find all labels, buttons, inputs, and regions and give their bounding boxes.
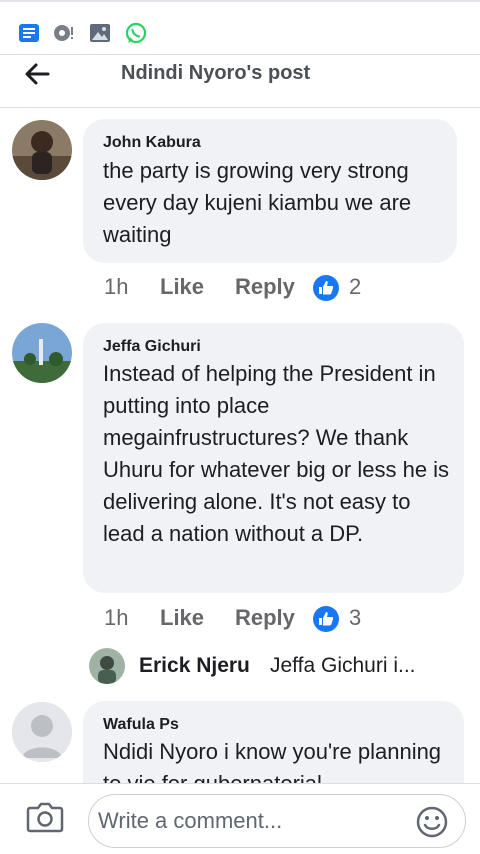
like-button[interactable]: Like [160,274,204,300]
comment-time: 1h [104,605,129,630]
comment-time: 1h [104,274,129,299]
comment-text: the party is growing very strong every d… [103,158,412,247]
reaction-count[interactable]: 2 [349,274,361,300]
comment-composer: Write a comment... [0,783,480,854]
reply-button[interactable]: Reply [235,274,295,300]
comment-input-placeholder: Write a comment... [98,808,283,833]
default-avatar-icon [12,702,72,762]
back-button[interactable] [20,59,54,89]
reply-author[interactable]: Erick Njeru [139,654,250,678]
comment-actions: 1h Like Reply 2 [104,274,404,304]
comment-author[interactable]: Wafula Ps [103,716,179,734]
comment-text: Instead of helping the President in putt… [103,361,450,546]
news-icon [19,24,39,42]
profile-photo [12,323,72,383]
reply-avatar [89,648,125,684]
reaction-count[interactable]: 3 [349,605,361,631]
page-title: Ndindi Nyoro's post [121,62,311,84]
comment-author[interactable]: Jeffa Gichuri [103,338,201,356]
gallery-icon [90,24,110,42]
whatsapp-icon [125,22,147,44]
reply-snippet: Jeffa Gichuri i... [270,654,416,677]
camera-icon[interactable] [26,800,64,834]
comment-author[interactable]: John Kabura [103,134,201,152]
comment-input[interactable]: Write a comment... [88,794,466,848]
like-button[interactable]: Like [160,605,204,631]
profile-photo [12,120,72,180]
post-header: Ndindi Nyoro's post [0,54,480,108]
thumbs-up-icon[interactable] [313,275,339,301]
thumbs-up-icon[interactable] [313,606,339,632]
status-bar [0,0,480,54]
avatar[interactable] [12,323,72,383]
emoji-icon[interactable] [415,805,449,839]
reply-button[interactable]: Reply [235,605,295,631]
comment-bubble[interactable]: John Kabura the party is growing very st… [83,119,457,263]
avatar[interactable] [12,120,72,180]
podcast-icon [54,25,73,41]
comment-actions: 1h Like Reply 3 [104,605,404,635]
avatar[interactable] [12,702,72,762]
profile-photo [89,648,125,684]
back-arrow-icon [25,63,50,85]
comment-bubble[interactable]: Jeffa Gichuri Instead of helping the Pre… [83,323,464,593]
reply-preview[interactable]: Erick Njeru Jeffa Gichuri i... [89,648,480,684]
